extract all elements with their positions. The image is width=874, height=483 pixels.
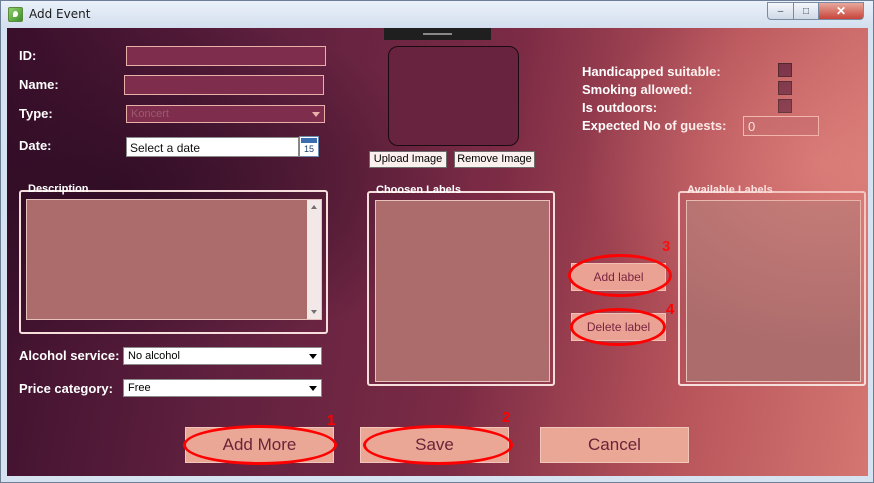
chevron-down-icon (309, 354, 317, 359)
id-label: ID: (19, 48, 37, 63)
description-title: Description (28, 183, 89, 195)
window-title: Add Event (29, 7, 91, 21)
minimize-icon: ‒ (777, 5, 784, 17)
guests-input[interactable]: 0 (743, 116, 819, 136)
annotation-number-2: 2 (502, 409, 511, 426)
annotation-number-1: 1 (327, 412, 336, 429)
smoking-label: Smoking allowed: (582, 82, 693, 97)
description-group: Description (19, 183, 328, 334)
annotation-circle-add-more (183, 425, 337, 465)
outdoors-label: Is outdoors: (582, 100, 658, 115)
chevron-down-icon (309, 386, 317, 391)
app-icon (8, 7, 23, 22)
chosen-labels-group: Choosen Labels (367, 184, 555, 386)
title-bar[interactable]: Add Event ‒ □ ✕ (1, 1, 873, 28)
annotation-number-4: 4 (666, 301, 675, 318)
alcohol-label: Alcohol service: (19, 348, 120, 363)
add-event-window: Add Event ‒ □ ✕ ID: Name: Type: Koncert … (0, 0, 874, 483)
alcohol-select-value: No alcohol (128, 350, 180, 362)
calendar-day: 15 (303, 144, 314, 154)
name-input[interactable] (124, 75, 324, 95)
type-select-value: Koncert (131, 108, 169, 120)
chevron-down-icon (312, 112, 320, 117)
maximize-button[interactable]: □ (793, 2, 819, 20)
available-labels-list[interactable] (686, 200, 861, 382)
name-label: Name: (19, 77, 59, 92)
form-client-area: ID: Name: Type: Koncert Date: Select a d… (7, 28, 868, 476)
chosen-labels-title: Choosen Labels (376, 184, 461, 196)
event-image-box (388, 46, 519, 146)
scroll-up-icon[interactable] (311, 205, 317, 209)
date-label: Date: (19, 138, 52, 153)
smoking-checkbox[interactable] (778, 81, 792, 95)
available-labels-title: Available Labels (687, 184, 773, 196)
chosen-labels-list[interactable] (375, 200, 550, 382)
maximize-icon: □ (802, 5, 810, 17)
annotation-circle-add-label (568, 254, 672, 297)
annotation-number-3: 3 (662, 238, 671, 255)
handicapped-checkbox[interactable] (778, 63, 792, 77)
date-input[interactable]: Select a date (126, 137, 299, 157)
price-select-value: Free (128, 382, 151, 394)
close-button[interactable]: ✕ (818, 2, 864, 20)
minimize-button[interactable]: ‒ (767, 2, 794, 20)
scroll-down-icon[interactable] (311, 310, 317, 314)
type-select[interactable]: Koncert (126, 105, 325, 123)
cancel-button[interactable]: Cancel (540, 427, 689, 463)
price-select[interactable]: Free (123, 379, 322, 397)
close-icon: ✕ (835, 4, 847, 18)
outdoors-checkbox[interactable] (778, 99, 792, 113)
remove-image-button[interactable]: Remove Image (454, 151, 535, 168)
annotation-circle-delete-label (570, 308, 666, 346)
type-label: Type: (19, 106, 53, 121)
price-label: Price category: (19, 381, 113, 396)
id-input[interactable] (126, 46, 326, 66)
guests-label: Expected No of guests: (582, 118, 727, 133)
alcohol-select[interactable]: No alcohol (123, 347, 322, 365)
panel-grip[interactable] (384, 28, 491, 40)
calendar-icon[interactable]: 15 (299, 136, 319, 157)
description-scrollbar[interactable] (307, 200, 321, 319)
upload-image-button[interactable]: Upload Image (369, 151, 447, 168)
available-labels-group: Available Labels (678, 184, 866, 386)
handicapped-label: Handicapped suitable: (582, 64, 721, 79)
annotation-circle-save (363, 425, 513, 465)
description-textarea[interactable] (26, 199, 322, 320)
